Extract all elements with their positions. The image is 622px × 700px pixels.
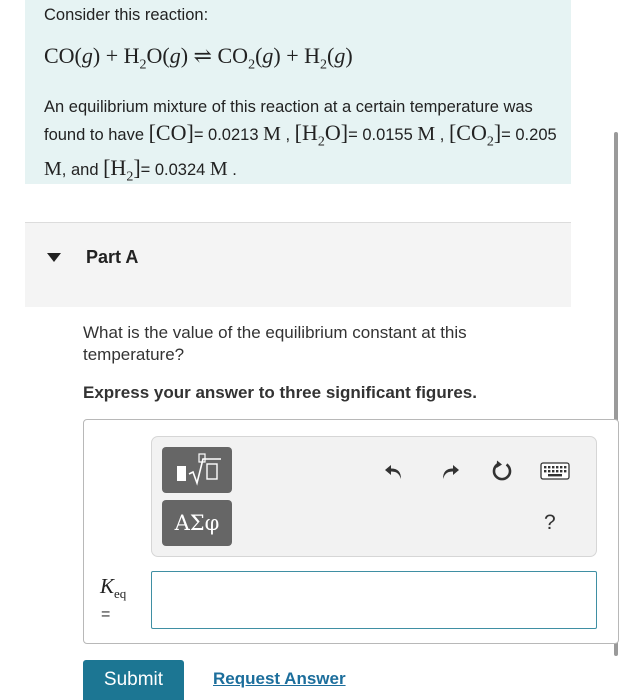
greek-symbols-button[interactable]: ΑΣφ	[162, 500, 232, 546]
keq-label: Keq	[100, 574, 127, 601]
reaction-equation: CO(g) + H2O(g) ⇌ CO2(g) + H2(g)	[44, 43, 353, 73]
redo-icon[interactable]	[436, 457, 464, 485]
part-a-header[interactable]: Part A	[25, 222, 571, 307]
help-button[interactable]: ?	[544, 511, 556, 535]
equilibrium-description: An equilibrium mixture of this reaction …	[44, 98, 557, 185]
question-text: What is the value of the equilibrium con…	[83, 323, 467, 364]
answer-instruction: Express your answer to three significant…	[83, 383, 477, 402]
keq-equals: =	[101, 606, 111, 623]
answer-panel: ΑΣφ ? Keq =	[83, 419, 619, 644]
math-toolbar: ΑΣφ ?	[151, 436, 597, 557]
answer-input[interactable]	[151, 571, 597, 629]
part-title: Part A	[86, 247, 139, 267]
co2-concentration: = 0.205	[501, 126, 557, 144]
undo-icon[interactable]	[380, 457, 408, 485]
keyboard-icon[interactable]	[538, 457, 572, 485]
fraction-root-icon	[177, 453, 221, 486]
submit-button[interactable]: Submit	[83, 660, 184, 700]
collapse-triangle-icon[interactable]	[47, 253, 61, 262]
h2-concentration: = 0.0324	[140, 161, 206, 180]
templates-button[interactable]	[162, 447, 232, 493]
co-concentration: = 0.0213	[193, 126, 259, 144]
problem-intro: Consider this reaction: CO(g) + H2O(g) ⇌…	[25, 0, 571, 185]
h2o-concentration: = 0.0155	[348, 126, 413, 144]
reset-icon[interactable]	[488, 457, 516, 485]
request-answer-link[interactable]: Request Answer	[213, 669, 346, 689]
intro-lead: Consider this reaction:	[44, 6, 209, 24]
